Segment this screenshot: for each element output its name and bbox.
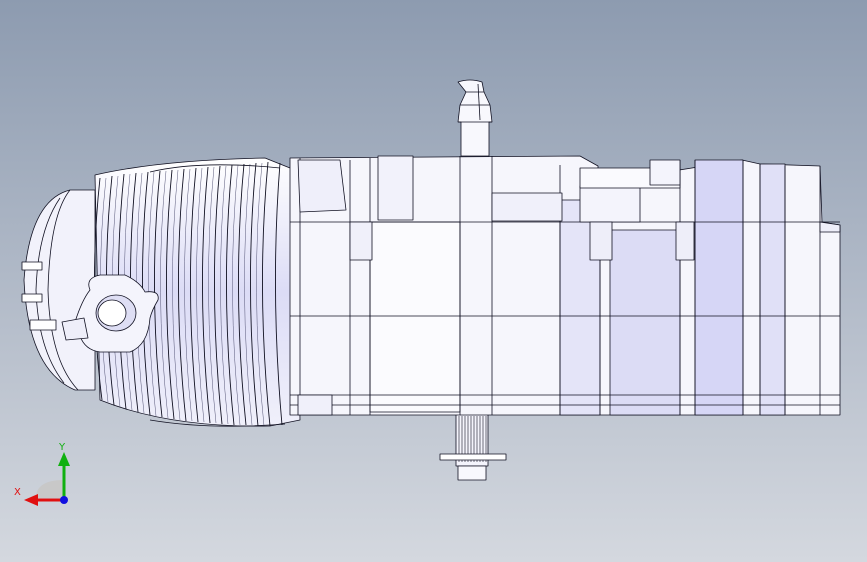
triad-y-label: Y xyxy=(58,442,66,453)
cad-graphics-viewport[interactable]: Y X xyxy=(0,0,867,562)
triad-z-axis xyxy=(60,496,68,504)
crankcase-body[interactable] xyxy=(289,155,841,416)
viewport-canvas[interactable]: Y X xyxy=(0,0,867,562)
triad-x-label: X xyxy=(14,487,21,498)
